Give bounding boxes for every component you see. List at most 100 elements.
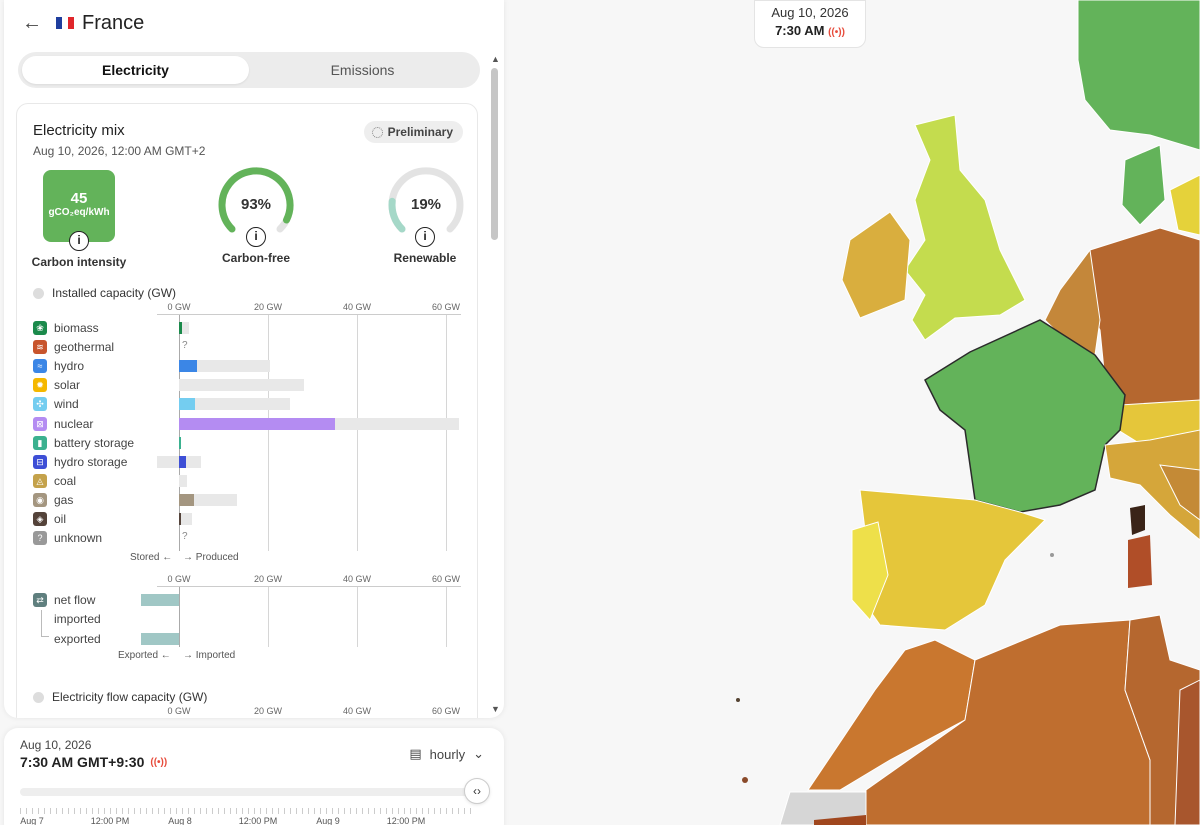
exchange-row: ⇄ net flow [33, 592, 95, 608]
stored-legend: Stored ← [130, 552, 173, 563]
time-slider-track[interactable] [20, 788, 472, 796]
axis-tick-label: 0 GW [167, 574, 191, 584]
source-row[interactable]: ✣ wind [33, 396, 79, 412]
source-row[interactable]: ◬ coal [33, 473, 76, 489]
coal-icon: ◬ [33, 473, 47, 488]
broadcast-icon: ((•)) [828, 27, 845, 38]
card-date: Aug 10, 2026, 12:00 AM GMT+2 [33, 144, 206, 158]
source-label: battery storage [54, 435, 135, 450]
axis-baseline [157, 314, 461, 315]
map-badge-time: 7:30 AM ((•)) [755, 23, 865, 38]
installed-capacity-toggle[interactable]: Installed capacity (GW) [33, 286, 176, 300]
tab-bar: Electricity Emissions [18, 52, 480, 88]
production-bar [179, 455, 187, 468]
badge-label: Preliminary [387, 125, 453, 139]
axis-baseline [157, 586, 461, 587]
source-row[interactable]: ≈ hydro [33, 358, 84, 374]
info-icon[interactable]: i [69, 231, 89, 251]
source-row[interactable]: ⊟ hydro storage [33, 454, 127, 470]
axis-tick-label: 0 GW [167, 706, 191, 716]
time-tick-label: 12:00 PM [90, 816, 130, 825]
source-row[interactable]: ✹ solar [33, 377, 80, 393]
axis-tick-label: 60 GW [431, 574, 461, 584]
tab-emissions[interactable]: Emissions [249, 56, 476, 84]
source-row[interactable]: ◉ gas [33, 492, 73, 508]
carbon-intensity-value: 45 [70, 190, 88, 207]
info-icon[interactable]: i [415, 227, 435, 247]
source-row[interactable]: ▮ battery storage [33, 435, 134, 451]
gas-icon: ◉ [33, 492, 47, 507]
source-label: nuclear [54, 416, 94, 431]
flow-capacity-toggle[interactable]: Electricity flow capacity (GW) [33, 690, 207, 704]
preliminary-badge[interactable]: Preliminary [363, 121, 463, 143]
scrollbar-thumb[interactable] [491, 68, 498, 240]
time-tick-label: Aug 9 [316, 816, 340, 825]
source-label: coal [54, 473, 77, 488]
sun-icon: ✹ [33, 378, 47, 393]
exchange-arrows-icon: ⇄ [33, 593, 47, 607]
source-label: biomass [54, 321, 99, 335]
source-row[interactable]: ❀ biomass [33, 320, 99, 336]
calendar-icon: ▤ [409, 746, 422, 761]
axis-tick-label: 40 GW [342, 706, 372, 716]
production-bar [179, 513, 181, 525]
scroll-down-icon[interactable]: ▼ [491, 704, 500, 714]
map-badge-date: Aug 10, 2026 [771, 5, 849, 20]
code-brackets-icon[interactable]: ‹› [464, 778, 490, 804]
pending-icon [371, 126, 383, 138]
production-bar [179, 417, 335, 430]
scroll-up-icon[interactable]: ▲ [491, 54, 500, 64]
arrow-left-icon[interactable]: ← [22, 12, 44, 35]
source-row[interactable]: ◈ oil [33, 511, 66, 527]
carbon-free-label: Carbon-free [221, 251, 290, 265]
production-bar [179, 398, 196, 411]
imported-legend: → Imported [183, 650, 236, 661]
capacity-bar [179, 513, 193, 525]
time-tick-label: Aug 8 [168, 816, 192, 825]
axis-tick-label: 40 GW [342, 574, 372, 584]
time-tick-label: 12:00 PM [238, 816, 278, 825]
question-icon: ? [33, 531, 47, 546]
axis-tick-label: 40 GW [342, 302, 372, 312]
source-row[interactable]: ≋ geothermal [33, 339, 114, 355]
panel-header: ← France [22, 10, 144, 36]
tab-electricity[interactable]: Electricity [22, 56, 249, 84]
toggle-dot [33, 287, 44, 299]
gridline [268, 587, 269, 647]
flow-capacity-label: Electricity flow capacity (GW) [52, 690, 208, 704]
capacity-bar [179, 398, 291, 411]
source-label: oil [54, 512, 67, 526]
granularity-select[interactable]: ▤ hourly ⌄ [409, 746, 484, 762]
source-label: geothermal [54, 340, 115, 355]
axis-tick-label: 60 GW [431, 706, 461, 716]
axis-tick-label: 20 GW [253, 302, 283, 312]
time-slider-ticks [20, 808, 472, 814]
map-time-badge: Aug 10, 2026 7:30 AM ((•)) [754, 0, 866, 48]
source-label: gas [54, 492, 74, 507]
production-bar [179, 493, 195, 506]
tree-connector [41, 610, 49, 637]
time-tick-label: Aug 7 [20, 816, 44, 825]
leaf-icon: ❀ [33, 321, 47, 335]
chevron-down-icon: ⌄ [473, 746, 484, 761]
source-row[interactable]: ⊠ nuclear [33, 416, 93, 432]
production-bar [179, 322, 183, 334]
axis-tick-label: 0 GW [167, 302, 191, 312]
gridline [357, 315, 358, 551]
flag-stripe [68, 17, 74, 29]
wind-icon: ✣ [33, 397, 47, 412]
zone-details-panel: ← France Electricity Emissions ▲ ▼ Elect… [4, 0, 504, 718]
installed-capacity-label: Installed capacity (GW) [52, 286, 177, 300]
axis-tick-label: 20 GW [253, 706, 283, 716]
info-icon[interactable]: i [246, 227, 266, 247]
heat-icon: ≋ [33, 340, 47, 355]
storage-capacity-bar [156, 455, 179, 468]
zero-axis-line [179, 587, 180, 647]
capacity-bar [179, 474, 187, 487]
card-title: Electricity mix [33, 122, 125, 139]
produced-legend: → Produced [183, 552, 239, 563]
gridline [268, 315, 269, 551]
source-row[interactable]: ? unknown [33, 530, 102, 546]
exchange-label: imported [54, 612, 101, 627]
panel-scrollbar[interactable]: ▲ ▼ [490, 50, 500, 718]
